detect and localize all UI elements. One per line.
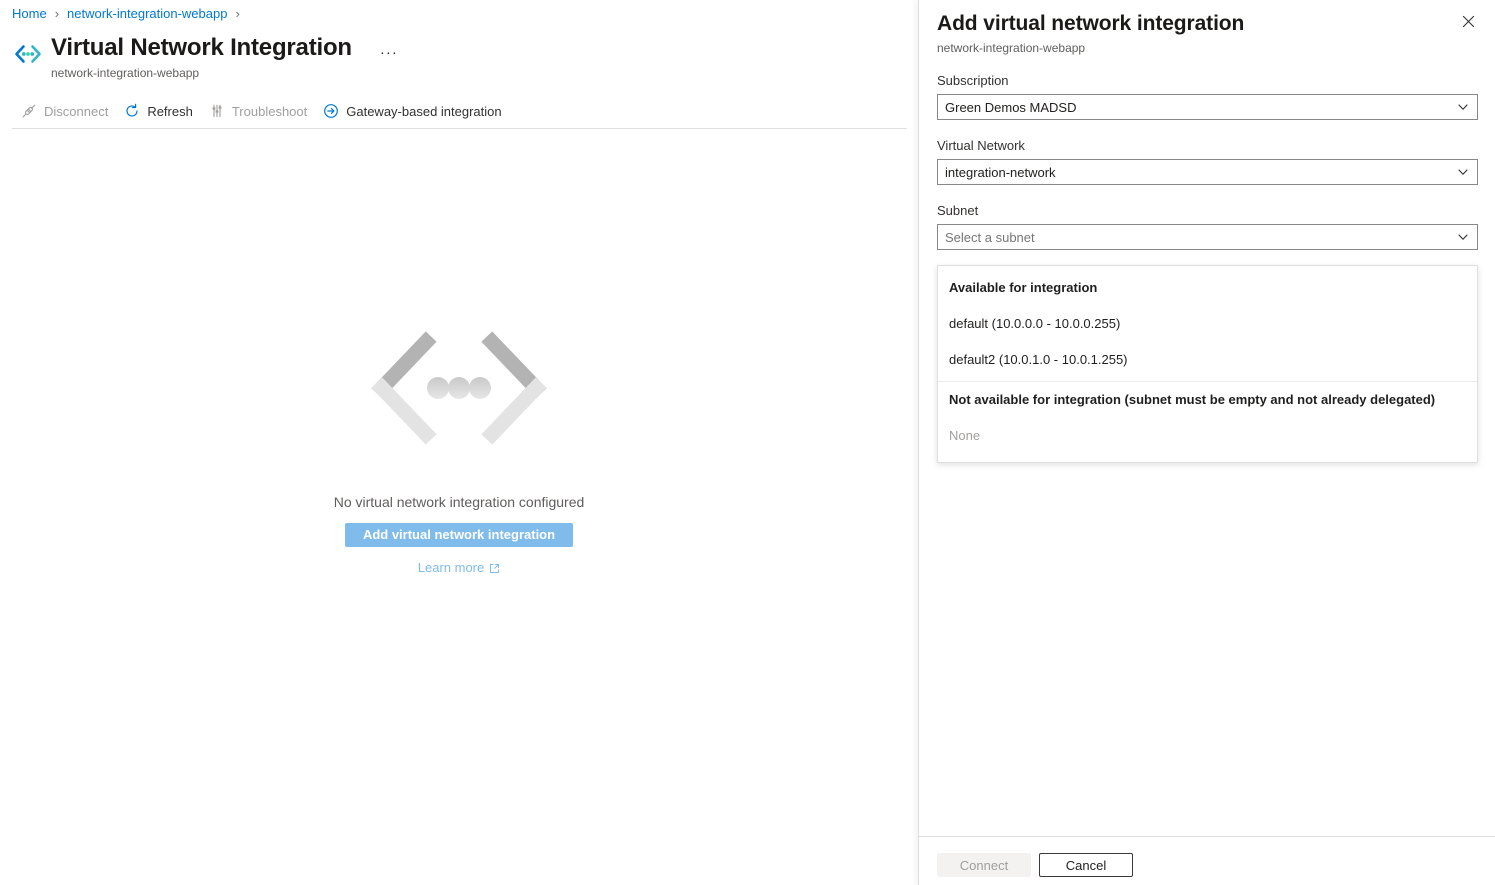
- disconnect-icon: [21, 103, 37, 119]
- connect-button[interactable]: Connect: [937, 853, 1031, 877]
- toolbar-disconnect-label: Disconnect: [44, 103, 109, 119]
- dropdown-group-header-not-available: Not available for integration (subnet mu…: [949, 392, 1436, 407]
- page-title-block: Virtual Network Integration ··· network-…: [51, 32, 404, 81]
- virtual-network-field: Virtual Network integration-network: [937, 137, 1478, 185]
- breadcrumb-separator-icon: ›: [54, 6, 60, 21]
- panel-footer: Connect Cancel: [937, 853, 1133, 877]
- arrow-right-circle-icon: [323, 103, 339, 119]
- subnet-dropdown: Available for integration default (10.0.…: [937, 265, 1478, 463]
- cancel-button[interactable]: Cancel: [1039, 853, 1133, 877]
- more-options-button[interactable]: ···: [374, 42, 404, 64]
- command-toolbar: Disconnect Refresh Troubleshoot Gateway-…: [16, 98, 513, 124]
- toolbar-divider: [12, 128, 907, 129]
- chevron-down-icon: [1457, 231, 1469, 243]
- page-title: Virtual Network Integration: [51, 34, 352, 61]
- panel-body: Subscription Green Demos MADSD Virtual N…: [919, 72, 1495, 250]
- dropdown-group-header-available: Available for integration: [949, 280, 1098, 295]
- panel-header: Add virtual network integration network-…: [919, 0, 1495, 56]
- subscription-value: Green Demos MADSD: [945, 99, 1077, 115]
- toolbar-troubleshoot[interactable]: Troubleshoot: [204, 98, 315, 124]
- toolbar-disconnect[interactable]: Disconnect: [16, 98, 116, 124]
- virtual-network-select[interactable]: integration-network: [937, 159, 1478, 185]
- learn-more-link[interactable]: Learn more: [418, 560, 500, 575]
- breadcrumb-home[interactable]: Home: [12, 5, 47, 23]
- troubleshoot-icon: [209, 103, 225, 119]
- virtual-network-label: Virtual Network: [937, 138, 1025, 153]
- azure-portal-screen: Home › network-integration-webapp › Virt…: [0, 0, 1495, 885]
- add-virtual-network-integration-button[interactable]: Add virtual network integration: [344, 523, 574, 547]
- panel-title: Add virtual network integration: [937, 12, 1245, 35]
- dropdown-option-default2[interactable]: default2 (10.0.1.0 - 10.0.1.255): [938, 342, 1477, 378]
- empty-state-message: No virtual network integration configure…: [333, 494, 585, 510]
- subnet-label: Subnet: [937, 203, 979, 218]
- page-header: Virtual Network Integration ··· network-…: [12, 32, 404, 81]
- dropdown-option-none: None: [949, 428, 981, 443]
- learn-more-label: Learn more: [417, 560, 485, 575]
- subscription-field: Subscription Green Demos MADSD: [937, 72, 1478, 120]
- dropdown-option-default[interactable]: default (10.0.0.0 - 10.0.0.255): [938, 306, 1477, 342]
- virtual-network-value: integration-network: [945, 164, 1056, 180]
- refresh-icon: [124, 103, 140, 119]
- subnet-field: Subnet Select a subnet: [937, 202, 1478, 250]
- panel-footer-divider: [919, 836, 1495, 837]
- panel-subtitle: network-integration-webapp: [937, 41, 1086, 55]
- subscription-label: Subscription: [937, 73, 1009, 88]
- toolbar-gateway-based-integration[interactable]: Gateway-based integration: [318, 98, 509, 124]
- virtual-network-integration-icon: [12, 38, 44, 70]
- subscription-select[interactable]: Green Demos MADSD: [937, 94, 1478, 120]
- empty-state: No virtual network integration configure…: [0, 330, 918, 575]
- chevron-down-icon: [1457, 166, 1469, 178]
- page-subtitle: network-integration-webapp: [51, 66, 200, 80]
- add-virtual-network-integration-panel: Add virtual network integration network-…: [918, 0, 1495, 885]
- breadcrumb-separator-icon: ›: [235, 6, 240, 21]
- toolbar-refresh-label: Refresh: [147, 103, 193, 119]
- toolbar-gateway-label: Gateway-based integration: [346, 103, 502, 119]
- toolbar-refresh[interactable]: Refresh: [119, 98, 201, 124]
- external-link-icon: [489, 562, 500, 574]
- chevron-dots-illustration: [364, 330, 554, 450]
- toolbar-troubleshoot-label: Troubleshoot: [231, 103, 308, 119]
- breadcrumb: Home › network-integration-webapp ›: [12, 5, 248, 23]
- close-icon[interactable]: [1455, 8, 1481, 34]
- subnet-value: Select a subnet: [945, 229, 1035, 245]
- breadcrumb-webapp[interactable]: network-integration-webapp: [67, 5, 227, 23]
- main-blade: Home › network-integration-webapp › Virt…: [0, 0, 918, 885]
- subnet-select[interactable]: Select a subnet: [937, 224, 1478, 250]
- chevron-down-icon: [1457, 101, 1469, 113]
